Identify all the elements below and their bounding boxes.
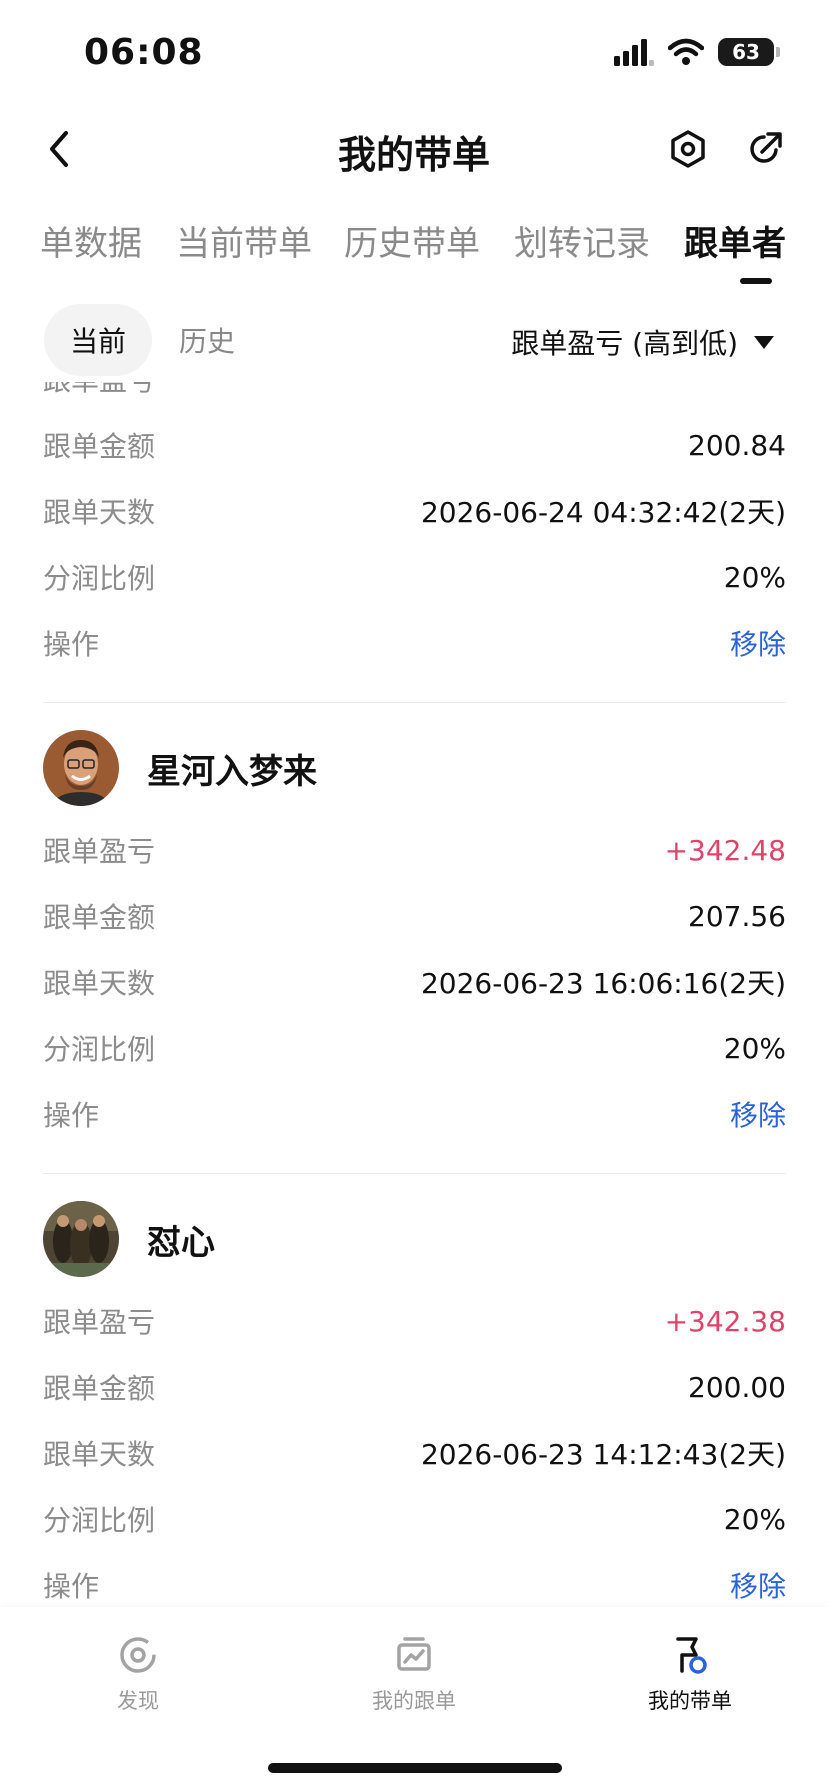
nav-my-follow[interactable]: 我的跟单 [344,1635,484,1715]
divider [43,702,786,703]
remove-button[interactable]: 移除 [730,1094,786,1134]
row-label: 操作 [43,628,100,661]
status-time: 06:08 [84,32,204,73]
battery-level: 63 [732,40,760,64]
tab-indicator [740,278,772,284]
row-value: 200.84 [688,428,786,462]
row-value: 20% [723,1031,786,1065]
cellular-signal-icon [614,39,654,66]
row-label: 分润比例 [43,1504,156,1537]
follower-list[interactable]: 跟单盈亏 跟单金额 200.84 跟单天数 2026-06-24 04:32:4… [0,382,828,1607]
info-row: 跟单盈亏 +342.38 [0,1288,828,1354]
row-label: 分润比例 [43,562,156,595]
status-bar: 06:08 63 [0,0,828,100]
tab-transfer-records[interactable]: 划转记录 [514,216,650,265]
row-label: 分润比例 [43,1033,156,1066]
row-value: 207.56 [688,899,786,933]
row-value: 200.00 [688,1370,786,1404]
nav-label: 发现 [117,1689,159,1713]
row-value: +342.48 [664,833,786,867]
lead-icon [676,1637,707,1674]
info-row: 分润比例 20% [0,544,828,610]
home-indicator [268,1763,562,1773]
follower-header: 怼心 [0,1200,828,1278]
divider [43,1173,786,1174]
info-row: 跟单金额 200.00 [0,1354,828,1420]
tab-followers[interactable]: 跟单者 [684,216,786,265]
sort-dropdown[interactable]: 跟单盈亏 (高到低) [511,322,774,362]
info-row: 分润比例 20% [0,1486,828,1552]
row-label: 跟单金额 [43,901,156,934]
discover-icon [120,1637,156,1673]
info-row: 操作 移除 [0,1552,828,1607]
avatar[interactable] [43,730,119,806]
info-row: 跟单天数 2026-06-23 14:12:43(2天) [0,1420,828,1486]
row-label: 操作 [43,1099,100,1132]
filter-chip-history[interactable]: 历史 [153,304,261,376]
row-label: 操作 [43,1570,100,1603]
row-value: 20% [723,1502,786,1536]
info-row: 分润比例 20% [0,1015,828,1081]
avatar[interactable] [43,1201,119,1277]
follower-card: 星河入梦来 跟单盈亏 +342.48 跟单金额 207.56 跟单天数 2026… [0,729,828,1147]
nav-label: 我的带单 [648,1689,732,1713]
filter-row: 当前 历史 跟单盈亏 (高到低) [0,300,828,380]
wifi-icon [668,38,704,65]
row-value: +342.38 [664,1304,786,1338]
hexagon-settings-icon [671,130,705,168]
header: 我的带单 [0,110,828,190]
info-row: 跟单金额 200.84 [0,412,828,478]
row-label: 跟单天数 [43,1438,156,1471]
row-label: 跟单天数 [43,496,156,529]
follower-name: 星河入梦来 [147,751,317,792]
info-row: 操作 移除 [0,1081,828,1147]
row-value: 2026-06-24 04:32:42(2天) [420,496,786,529]
info-row: 跟单天数 2026-06-24 04:32:42(2天) [0,478,828,544]
tab-history-lead[interactable]: 历史带单 [344,216,480,265]
row-value: 20% [723,560,786,594]
row-label: 跟单盈亏 [43,1306,156,1339]
nav-discover[interactable]: 发现 [68,1635,208,1715]
row-label: 跟单盈亏 [43,382,155,399]
follower-card: 跟单盈亏 跟单金额 200.84 跟单天数 2026-06-24 04:32:4… [0,382,828,676]
info-row: 操作 移除 [0,610,828,676]
tab-bar: 单数据 当前带单 历史带单 划转记录 跟单者 [0,210,828,290]
battery-icon: 63 [718,38,780,66]
row-label: 跟单盈亏 [43,835,156,868]
share-button[interactable] [740,124,790,174]
row-value: 2026-06-23 16:06:16(2天) [420,967,786,1000]
follower-header: 星河入梦来 [0,729,828,807]
follower-name: 怼心 [147,1222,215,1263]
info-row: 跟单金额 207.56 [0,883,828,949]
follower-card: 怼心 跟单盈亏 +342.38 跟单金额 200.00 跟单天数 2026-06… [0,1200,828,1607]
tab-current-lead[interactable]: 当前带单 [176,216,312,265]
info-row: 跟单天数 2026-06-23 16:06:16(2天) [0,949,828,1015]
info-row: 跟单盈亏 +342.48 [0,817,828,883]
caret-down-icon [754,335,774,349]
remove-button[interactable]: 移除 [730,623,786,663]
filter-chip-current[interactable]: 当前 [44,304,153,376]
tab-data[interactable]: 单数据 [40,216,142,265]
share-icon [750,132,782,163]
row-label: 跟单金额 [43,1372,156,1405]
row-value: 2026-06-23 14:12:43(2天) [420,1438,786,1471]
chart-icon [397,1637,431,1671]
sort-label: 跟单盈亏 (高到低) [511,327,738,360]
row-label: 跟单天数 [43,967,156,1000]
nav-label: 我的跟单 [372,1689,456,1713]
settings-button[interactable] [663,124,713,174]
status-icons: 63 [614,38,780,66]
nav-my-lead[interactable]: 我的带单 [620,1635,760,1715]
info-row: 跟单盈亏 [0,382,828,412]
remove-button[interactable]: 移除 [730,1565,786,1605]
row-label: 跟单金额 [43,430,156,463]
